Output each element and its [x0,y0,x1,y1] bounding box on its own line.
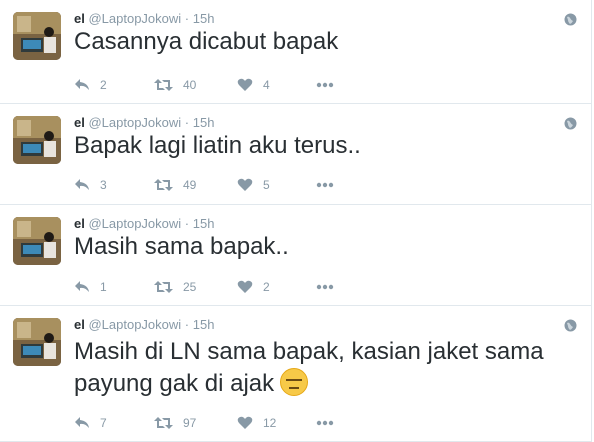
tweet[interactable]: el @LaptopJokowi · 15h Masih sama bapak.… [0,205,592,306]
avatar[interactable] [13,318,61,366]
reply-count: 7 [100,416,107,430]
like-button[interactable]: 12 [237,414,276,432]
more-icon [316,182,334,188]
display-name[interactable]: el [74,216,85,231]
reply-count: 2 [100,78,107,92]
reply-icon [75,417,89,428]
expressionless-face-emoji [280,368,309,396]
avatar[interactable] [13,116,61,164]
more-icon [316,420,334,426]
heart-icon [237,280,253,293]
avatar[interactable] [13,217,61,265]
retweet-count: 97 [183,416,197,430]
timestamp[interactable]: 15h [193,216,215,231]
globe-icon [564,117,577,130]
like-button[interactable]: 2 [237,278,270,296]
user-handle[interactable]: @LaptopJokowi [88,11,181,26]
retweet-icon [154,79,173,91]
retweet-button[interactable]: 25 [154,278,196,296]
separator-dot: · [184,115,190,130]
more-button[interactable] [316,278,334,296]
like-button[interactable]: 5 [237,176,270,194]
like-count: 5 [263,178,270,192]
tweet-text: Masih di LN sama bapak, kasian jaket sam… [74,338,544,397]
timestamp[interactable]: 15h [193,11,215,26]
reply-count: 3 [100,178,107,192]
reply-icon [75,179,89,190]
tweet[interactable]: el @LaptopJokowi · 15h Casannya dicabut … [0,0,592,104]
like-button[interactable]: 4 [237,76,270,94]
user-handle[interactable]: @LaptopJokowi [88,317,181,332]
tweet-header: el @LaptopJokowi · 15h [74,11,214,26]
retweet-icon [154,417,173,429]
separator-dot: · [184,11,190,26]
display-name[interactable]: el [74,317,85,332]
tweet-text-container: Masih di LN sama bapak, kasian jaket sam… [74,336,554,400]
globe-icon [564,13,577,26]
tweet-header: el @LaptopJokowi · 15h [74,317,214,332]
retweet-button[interactable]: 49 [154,176,196,194]
retweet-icon [154,281,173,293]
retweet-button[interactable]: 97 [154,414,196,432]
tweet-text: Casannya dicabut bapak [74,28,339,55]
tweet[interactable]: el @LaptopJokowi · 15h Masih di LN sama … [0,306,592,442]
tweet[interactable]: el @LaptopJokowi · 15h Bapak lagi liatin… [0,104,592,205]
reply-button[interactable]: 1 [74,278,107,296]
reply-button[interactable]: 3 [74,176,107,194]
reply-icon [75,281,89,292]
tweet-text: Bapak lagi liatin aku terus.. [74,132,361,159]
heart-icon [237,78,253,91]
display-name[interactable]: el [74,11,85,26]
more-button[interactable] [316,414,334,432]
separator-dot: · [184,317,190,332]
more-button[interactable] [316,76,334,94]
timestamp[interactable]: 15h [193,317,215,332]
separator-dot: · [184,216,190,231]
heart-icon [237,416,253,429]
globe-icon [564,319,577,332]
avatar[interactable] [13,12,61,60]
display-name[interactable]: el [74,115,85,130]
reply-button[interactable]: 2 [74,76,107,94]
heart-icon [237,178,253,191]
user-handle[interactable]: @LaptopJokowi [88,115,181,130]
reply-icon [75,79,89,90]
reply-button[interactable]: 7 [74,414,107,432]
like-count: 2 [263,280,270,294]
retweet-count: 40 [183,78,197,92]
more-icon [316,284,334,290]
tweet-header: el @LaptopJokowi · 15h [74,115,214,130]
more-icon [316,82,334,88]
retweet-button[interactable]: 40 [154,76,196,94]
tweet-header: el @LaptopJokowi · 15h [74,216,214,231]
retweet-icon [154,179,173,191]
retweet-count: 49 [183,178,197,192]
more-button[interactable] [316,176,334,194]
tweet-text: Masih sama bapak.. [74,233,289,260]
like-count: 12 [263,416,277,430]
user-handle[interactable]: @LaptopJokowi [88,216,181,231]
timestamp[interactable]: 15h [193,115,215,130]
like-count: 4 [263,78,270,92]
reply-count: 1 [100,280,107,294]
retweet-count: 25 [183,280,197,294]
